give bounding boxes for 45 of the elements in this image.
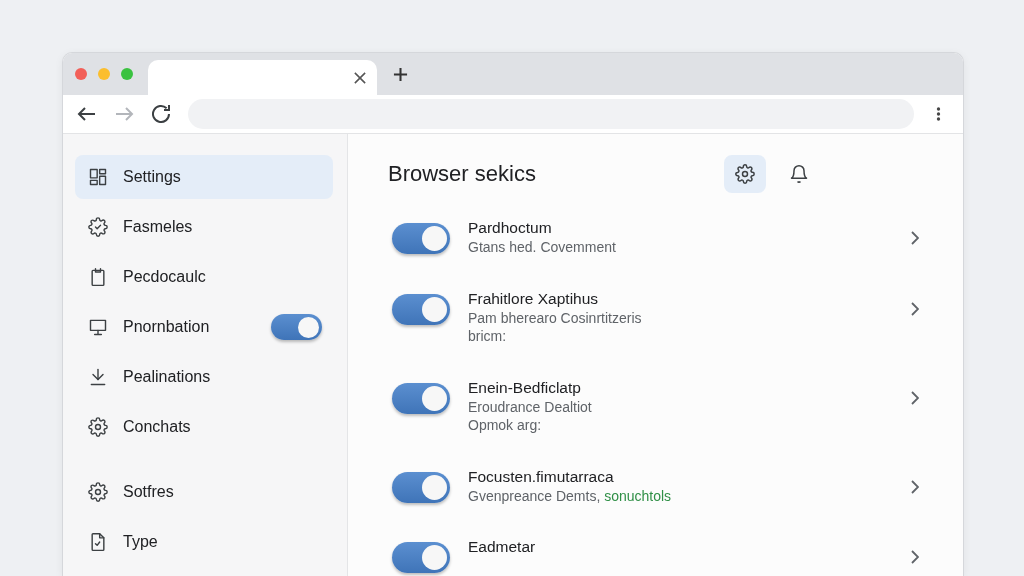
download-icon: [88, 367, 108, 387]
chevron-right-icon[interactable]: [911, 231, 919, 245]
toggle-switch[interactable]: [392, 293, 450, 325]
reload-icon[interactable]: [151, 104, 171, 124]
page-title: Browser sekics: [388, 161, 536, 187]
setting-description: Eroudrance Dealtiot Opmok arg:: [468, 397, 593, 435]
plus-icon[interactable]: [393, 66, 408, 82]
toggle-switch[interactable]: [392, 223, 450, 254]
setting-title: Frahitlore Xaptihus: [468, 288, 600, 309]
settings-icon: [88, 482, 108, 502]
setting-title: Enein-Bedficlatp: [468, 377, 582, 398]
toggle-switch[interactable]: [392, 471, 450, 503]
sidebar-item[interactable]: Sotfres: [75, 470, 333, 514]
chevron-right-icon[interactable]: [911, 301, 919, 316]
clipboard-icon: [88, 267, 108, 287]
setting-description: Gtans hed. Covemment: [468, 238, 617, 257]
setting-title: Pardhoctum: [468, 218, 553, 238]
sidebar-item[interactable]: Pealinations: [75, 355, 333, 399]
close-icon[interactable]: [354, 71, 366, 84]
setting-title: Eadmetar: [468, 537, 537, 557]
chevron-right-icon[interactable]: [911, 390, 919, 405]
setting-description: Pam bherearo Cosinrtitzeris bricm:: [468, 308, 643, 346]
settings-icon: [88, 417, 108, 437]
bell-icon: [789, 164, 809, 184]
setting-title: Focusten.fimutarraca: [468, 466, 615, 487]
sidebar-item[interactable]: Fasmeles: [75, 205, 333, 249]
sidebar-item[interactable]: Pnornbation: [75, 305, 271, 349]
sidebar-item[interactable]: Settings: [75, 155, 333, 199]
dashboard-icon: [88, 167, 108, 187]
toggle-switch[interactable]: [392, 382, 450, 414]
gear-check-icon: [88, 217, 108, 237]
sidebar-item[interactable]: Pecdocaulc: [75, 255, 333, 299]
chevron-right-icon[interactable]: [911, 479, 919, 494]
toggle-switch[interactable]: [392, 542, 450, 573]
link[interactable]: sonuchtols: [604, 487, 672, 504]
chevron-right-icon[interactable]: [911, 550, 919, 564]
toggle-switch[interactable]: [271, 314, 322, 340]
settings-icon: [735, 164, 755, 184]
setting-description: Gvenpreance Demts, sonuchtols: [468, 486, 673, 505]
document-icon: [88, 532, 108, 552]
settings-button[interactable]: [724, 155, 766, 193]
sidebar-item[interactable]: Type: [75, 520, 333, 564]
sidebar-item[interactable]: Conchats: [75, 405, 333, 449]
monitor-icon: [88, 317, 108, 337]
menu-icon[interactable]: [936, 106, 941, 122]
